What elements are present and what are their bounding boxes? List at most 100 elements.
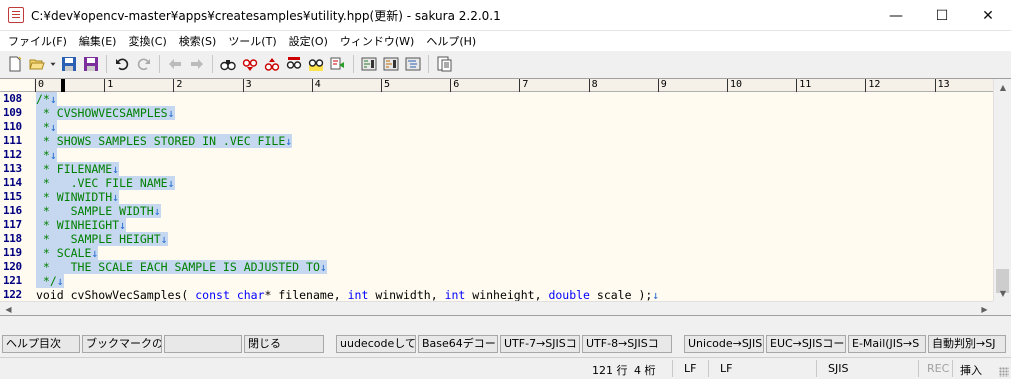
redo-button[interactable] bbox=[133, 53, 155, 75]
fkey-euc-to-sjis[interactable]: EUC→SJISコー bbox=[766, 335, 846, 353]
close-button[interactable]: ✕ bbox=[965, 0, 1011, 31]
code-line[interactable]: 109 * CVSHOWVECSAMPLES↓ bbox=[0, 106, 993, 120]
scroll-down-arrow-icon[interactable]: ▼ bbox=[994, 285, 1011, 302]
menu-help[interactable]: ヘルプ(H) bbox=[420, 33, 482, 49]
code-line[interactable]: 115 * WINWIDTH↓ bbox=[0, 190, 993, 204]
comment-text: * WINWIDTH bbox=[36, 190, 113, 204]
code-line[interactable]: 111 * SHOWS SAMPLES STORED IN .VEC FILE↓ bbox=[0, 134, 993, 148]
code-text: */↓ bbox=[36, 274, 64, 288]
ruler-tick-label: 1 bbox=[104, 79, 113, 92]
resize-grip-icon[interactable] bbox=[999, 367, 1009, 377]
comment-text: */ bbox=[36, 274, 57, 288]
code-text: * WINHEIGHT↓ bbox=[36, 218, 127, 232]
window-title: C:¥dev¥opencv-master¥apps¥createsamples¥… bbox=[31, 8, 501, 23]
code-text: * SCALE↓ bbox=[36, 246, 99, 260]
compile-button[interactable] bbox=[358, 53, 380, 75]
menu-settings[interactable]: 設定(O) bbox=[283, 33, 334, 49]
code-line[interactable]: 116 * SAMPLE WIDTH↓ bbox=[0, 204, 993, 218]
line-number: 122 bbox=[3, 288, 22, 301]
search-next-button[interactable] bbox=[239, 53, 261, 75]
undo-button[interactable] bbox=[111, 53, 133, 75]
scroll-up-arrow-icon[interactable]: ▲ bbox=[994, 79, 1011, 96]
fkey-unicode-to-sjis[interactable]: Unicode→SJIS bbox=[684, 335, 764, 353]
new-file-button[interactable] bbox=[4, 53, 26, 75]
sakura-app-icon[interactable] bbox=[8, 7, 24, 23]
line-number: 118 bbox=[3, 232, 22, 245]
grep-button[interactable] bbox=[327, 53, 349, 75]
vertical-scrollbar[interactable]: ▲ ▼ bbox=[993, 79, 1011, 302]
status-encoding[interactable]: SJIS bbox=[828, 362, 848, 375]
fkey-close[interactable]: 閉じる bbox=[244, 335, 324, 353]
scroll-right-arrow-icon[interactable]: ▶ bbox=[976, 302, 993, 316]
fkey-utf7-to-sjis[interactable]: UTF-7→SJISコ bbox=[500, 335, 580, 353]
fkey-base64-decode[interactable]: Base64デコード bbox=[418, 335, 498, 353]
code-token: winheight, bbox=[465, 288, 549, 302]
ruler-tick-label: 3 bbox=[242, 79, 252, 92]
eol-mark-icon: ↓ bbox=[56, 274, 64, 288]
fkey-email-jis-to-sjis[interactable]: E-Mail(JIS→S bbox=[848, 335, 926, 353]
scroll-left-arrow-icon[interactable]: ◀ bbox=[0, 302, 17, 316]
status-separator bbox=[816, 360, 817, 377]
scrollbar-corner bbox=[993, 301, 1011, 315]
code-line[interactable]: 122 void cvShowVecSamples( const char* fi… bbox=[0, 288, 993, 302]
settings-icon bbox=[437, 56, 452, 72]
open-file-button[interactable] bbox=[26, 53, 48, 75]
redo-icon bbox=[137, 58, 150, 71]
status-eol-mode[interactable]: LF bbox=[720, 362, 732, 375]
fkey-auto-detect-to-sjis[interactable]: 自動判別→SJ bbox=[928, 335, 1006, 353]
code-text: * CVSHOWVECSAMPLES↓ bbox=[36, 106, 175, 120]
fkey-bookmark[interactable]: ブックマークの bbox=[82, 335, 162, 353]
open-dropdown-button[interactable] bbox=[48, 53, 58, 75]
fkey-utf8-to-sjis[interactable]: UTF-8→SJISコ bbox=[582, 335, 672, 353]
replace-button[interactable] bbox=[283, 53, 305, 75]
code-line[interactable]: 108 /*↓ bbox=[0, 92, 993, 106]
code-line[interactable]: 112 *↓ bbox=[0, 148, 993, 162]
maximize-button[interactable]: ☐ bbox=[919, 0, 965, 31]
highlight-search-button[interactable] bbox=[305, 53, 327, 75]
code-line[interactable]: 117 * WINHEIGHT↓ bbox=[0, 218, 993, 232]
fkey-help-contents[interactable]: ヘルプ目次 bbox=[2, 335, 80, 353]
search-button[interactable] bbox=[217, 53, 239, 75]
menu-search[interactable]: 検索(S) bbox=[173, 33, 223, 49]
code-line[interactable]: 118 * SAMPLE HEIGHT↓ bbox=[0, 232, 993, 246]
code-text: * .VEC FILE NAME↓ bbox=[36, 176, 175, 190]
comment-text: * THE SCALE EACH SAMPLE IS ADJUSTED TO bbox=[36, 260, 320, 274]
search-prev-button[interactable] bbox=[261, 53, 283, 75]
ruler[interactable]: 0 1 2 3 4 5 6 7 8 9 10 11 12 13 bbox=[34, 79, 993, 92]
jump-forward-button[interactable] bbox=[186, 53, 208, 75]
horizontal-scrollbar[interactable]: ◀ ▶ bbox=[0, 301, 993, 316]
menu-edit[interactable]: 編集(E) bbox=[73, 33, 123, 49]
code-line[interactable]: 110 *↓ bbox=[0, 120, 993, 134]
fkey-empty[interactable] bbox=[164, 335, 242, 353]
chevron-down-icon bbox=[50, 62, 56, 66]
ruler-tick-label: 10 bbox=[727, 79, 742, 92]
code-token: * filename, bbox=[264, 288, 348, 302]
code-text: /*↓ bbox=[36, 92, 57, 106]
editor-area[interactable]: 0 1 2 3 4 5 6 7 8 9 10 11 12 13 108/*↓ 109 * CVSHOWVEC… bbox=[0, 78, 1011, 316]
code-line[interactable]: 120 * THE SCALE EACH SAMPLE IS ADJUSTED … bbox=[0, 260, 993, 274]
menu-tools[interactable]: ツール(T) bbox=[222, 33, 282, 49]
eol-mark-icon: ↓ bbox=[91, 246, 99, 260]
menu-window[interactable]: ウィンドウ(W) bbox=[334, 33, 420, 49]
fkey-uudecode[interactable]: uudecodeして保 bbox=[336, 335, 416, 353]
jump-back-button[interactable] bbox=[164, 53, 186, 75]
run-button[interactable] bbox=[380, 53, 402, 75]
status-bar: 121 行 4 桁 LF LF SJIS REC 挿入 bbox=[0, 357, 1011, 379]
code-text: * WINWIDTH↓ bbox=[36, 190, 120, 204]
code-line[interactable]: 113 * FILENAME↓ bbox=[0, 162, 993, 176]
outline-button[interactable] bbox=[402, 53, 424, 75]
minimize-button[interactable]: — bbox=[873, 0, 919, 31]
save-button[interactable] bbox=[58, 53, 80, 75]
ruler-tick-label: 8 bbox=[588, 79, 598, 92]
code-line[interactable]: 114 * .VEC FILE NAME↓ bbox=[0, 176, 993, 190]
code-line[interactable]: 121 */↓ bbox=[0, 274, 993, 288]
menu-file[interactable]: ファイル(F) bbox=[2, 33, 73, 49]
comment-text: * FILENAME bbox=[36, 162, 113, 176]
settings-button[interactable] bbox=[433, 53, 455, 75]
code-lines[interactable]: 108/*↓ 109 * CVSHOWVECSAMPLES↓ 110 *↓ 111 *… bbox=[0, 92, 993, 315]
ruler-tick-label: 9 bbox=[657, 79, 667, 92]
ruler-cursor-marker bbox=[61, 79, 65, 92]
save-as-button[interactable] bbox=[80, 53, 102, 75]
code-line[interactable]: 119 * SCALE↓ bbox=[0, 246, 993, 260]
menu-convert[interactable]: 変換(C) bbox=[122, 33, 172, 49]
